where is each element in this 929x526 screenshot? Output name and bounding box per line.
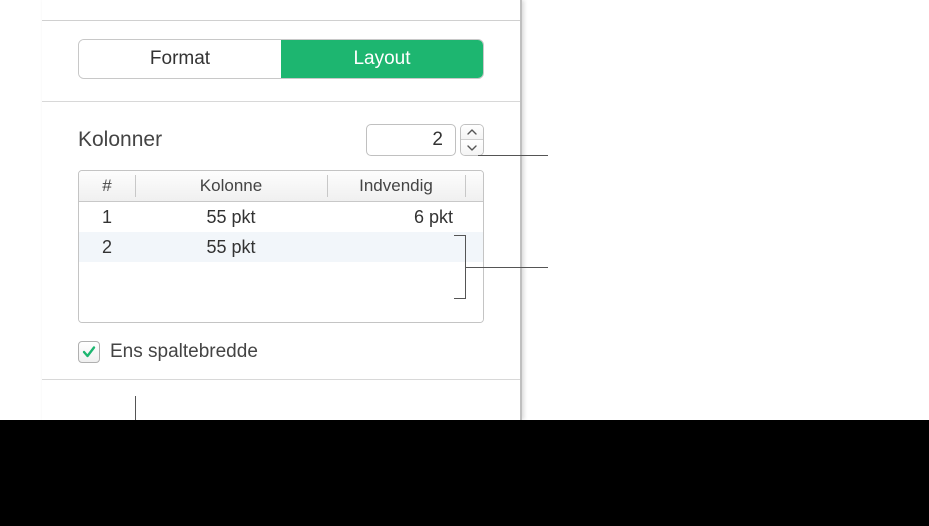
column-count-input[interactable] bbox=[366, 124, 456, 156]
tab-layout[interactable]: Layout bbox=[281, 40, 483, 78]
chevron-up-icon bbox=[467, 129, 477, 135]
checkmark-icon bbox=[81, 344, 97, 360]
column-header-gutter[interactable]: Indvendig bbox=[327, 171, 465, 201]
tab-format[interactable]: Format bbox=[79, 40, 281, 78]
table-row[interactable]: 1 55 pkt 6 pkt bbox=[79, 202, 483, 232]
layout-panel: Format Layout Kolonner # Kolonne Indvend… bbox=[42, 0, 522, 420]
equal-width-checkbox[interactable] bbox=[78, 341, 100, 363]
tab-group: Format Layout bbox=[78, 39, 484, 79]
chevron-down-icon bbox=[467, 145, 477, 151]
column-count-stepper bbox=[366, 124, 484, 156]
column-header-end bbox=[465, 171, 483, 201]
table-row-empty bbox=[79, 262, 483, 322]
cell-gutter[interactable]: 6 pkt bbox=[327, 207, 465, 228]
divider bbox=[42, 20, 520, 21]
callout-bracket bbox=[454, 235, 466, 299]
equal-width-label: Ens spaltebredde bbox=[110, 341, 258, 363]
callout-line bbox=[478, 155, 548, 156]
table-header: # Kolonne Indvendig bbox=[79, 171, 483, 202]
cell-width[interactable]: 55 pkt bbox=[135, 237, 327, 258]
stepper-down-button[interactable] bbox=[461, 140, 483, 155]
cell-width[interactable]: 55 pkt bbox=[135, 207, 327, 228]
columns-label: Kolonner bbox=[78, 128, 162, 152]
column-header-width[interactable]: Kolonne bbox=[135, 171, 327, 201]
table-row[interactable]: 2 55 pkt bbox=[79, 232, 483, 262]
column-header-number[interactable]: # bbox=[79, 171, 135, 201]
columns-row: Kolonner bbox=[78, 124, 484, 156]
stepper-up-button[interactable] bbox=[461, 125, 483, 140]
black-strip bbox=[0, 420, 929, 526]
divider bbox=[42, 379, 520, 380]
table-body: 1 55 pkt 6 pkt 2 55 pkt bbox=[79, 202, 483, 322]
equal-width-row: Ens spaltebredde bbox=[78, 341, 484, 363]
cell-number: 2 bbox=[79, 237, 135, 258]
cell-number: 1 bbox=[79, 207, 135, 228]
divider bbox=[42, 101, 520, 102]
stepper-buttons bbox=[460, 124, 484, 156]
columns-table: # Kolonne Indvendig 1 55 pkt 6 pkt 2 55 … bbox=[78, 170, 484, 323]
callout-line bbox=[466, 267, 548, 268]
